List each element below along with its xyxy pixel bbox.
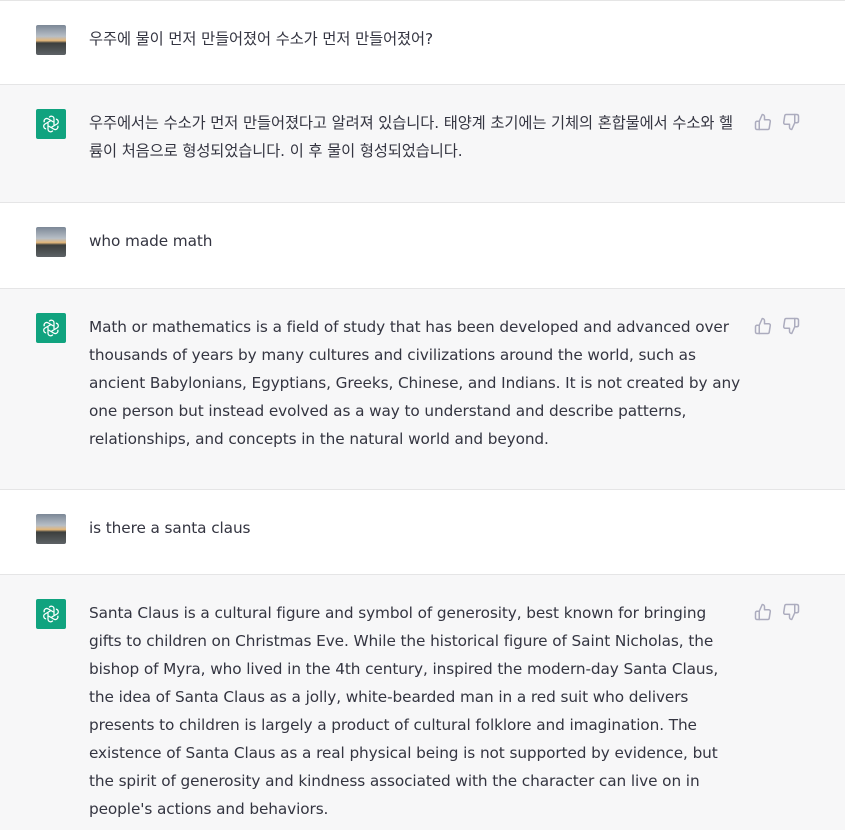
message-text: 우주에 물이 먼저 만들어졌어 수소가 먼저 만들어졌어? — [89, 30, 434, 48]
message-text: Santa Claus is a cultural figure and sym… — [89, 604, 719, 818]
conversation-thread: 우주에 물이 먼저 만들어졌어 수소가 먼저 만들어졌어? 우주에서는 수소가 … — [0, 0, 845, 830]
user-message: is there a santa claus — [0, 490, 845, 575]
thumbs-up-icon[interactable] — [754, 317, 772, 335]
user-avatar — [36, 227, 66, 257]
thumbs-down-icon[interactable] — [782, 113, 800, 131]
openai-logo-icon — [36, 109, 66, 139]
thumbs-down-icon[interactable] — [782, 317, 800, 335]
user-avatar — [36, 25, 66, 55]
user-avatar — [36, 514, 66, 544]
thumbs-down-icon[interactable] — [782, 603, 800, 621]
assistant-message: Math or mathematics is a field of study … — [0, 289, 845, 490]
thumbs-up-icon[interactable] — [754, 113, 772, 131]
feedback-actions — [754, 113, 800, 131]
message-text: is there a santa claus — [89, 519, 251, 537]
message-text: who made math — [89, 232, 213, 250]
user-message: 우주에 물이 먼저 만들어졌어 수소가 먼저 만들어졌어? — [0, 1, 845, 85]
assistant-message: Santa Claus is a cultural figure and sym… — [0, 575, 845, 830]
user-message: who made math — [0, 203, 845, 289]
feedback-actions — [754, 603, 800, 621]
message-text: 우주에서는 수소가 먼저 만들어졌다고 알려져 있습니다. 태양계 초기에는 기… — [89, 114, 734, 160]
message-text: Math or mathematics is a field of study … — [89, 318, 741, 448]
openai-logo-icon — [36, 313, 66, 343]
openai-logo-icon — [36, 599, 66, 629]
thumbs-up-icon[interactable] — [754, 603, 772, 621]
assistant-message: 우주에서는 수소가 먼저 만들어졌다고 알려져 있습니다. 태양계 초기에는 기… — [0, 85, 845, 203]
feedback-actions — [754, 317, 800, 335]
